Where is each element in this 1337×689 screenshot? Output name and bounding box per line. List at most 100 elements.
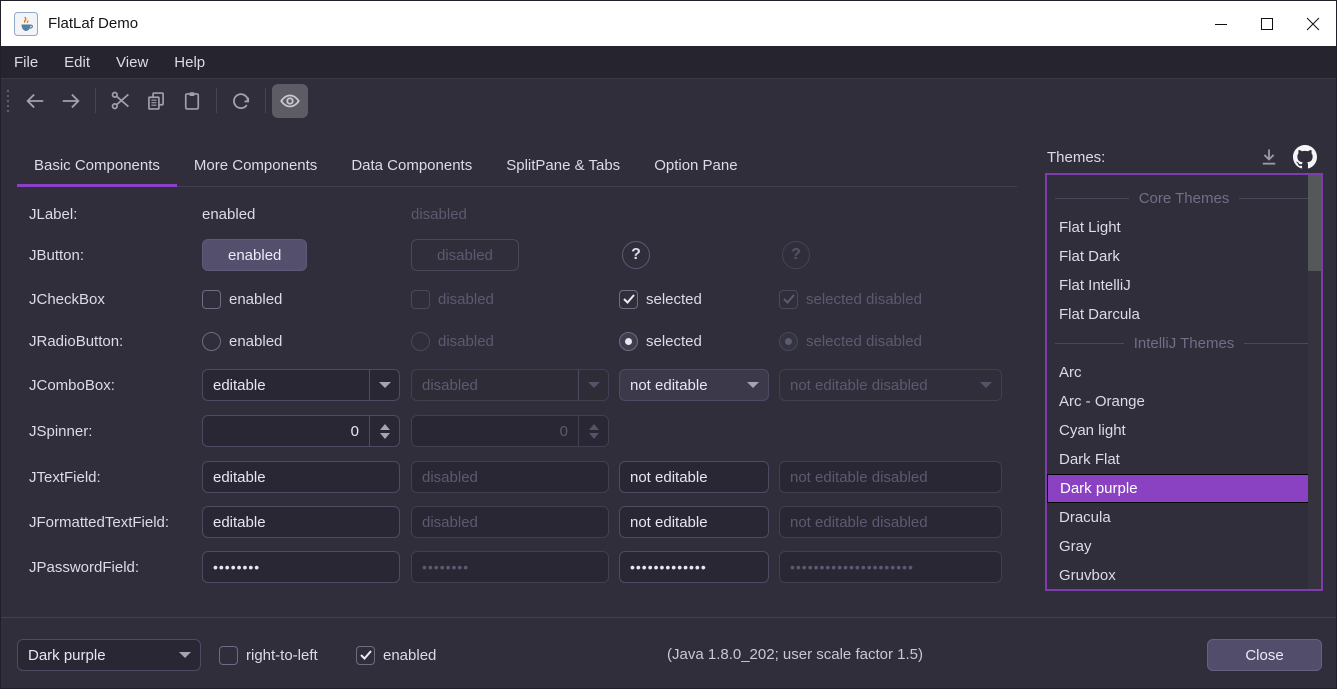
sample-radiobutton[interactable]: selected xyxy=(619,332,702,351)
menu-help[interactable]: Help xyxy=(161,54,218,71)
sample-checkbox[interactable]: enabled xyxy=(202,290,282,309)
checkbox-label: enabled xyxy=(229,291,282,308)
component-row: JPasswordField:•••••••••••••••••••••••••… xyxy=(1,549,1031,585)
sample-button[interactable]: enabled xyxy=(202,239,307,271)
sample-spinner[interactable]: 0 xyxy=(202,415,400,447)
grid-cell: disabled xyxy=(411,281,494,317)
theme-list-item[interactable]: Flat Light xyxy=(1047,213,1321,242)
minimize-button[interactable] xyxy=(1198,1,1244,46)
grid-cell: enabled xyxy=(202,323,282,359)
themes-group-separator: Core Themes xyxy=(1047,184,1321,213)
row-label-text: JLabel: xyxy=(29,206,77,223)
sample-textfield: not editable disabled xyxy=(779,506,1002,538)
theme-list-item[interactable]: Cyan light xyxy=(1047,416,1321,445)
theme-selector-combobox[interactable]: Dark purple xyxy=(17,639,201,671)
theme-list-item[interactable]: Flat Dark xyxy=(1047,242,1321,271)
component-row: JSpinner:00 xyxy=(1,413,1031,449)
sample-textfield[interactable]: editable xyxy=(202,461,400,493)
component-row: JCheckBoxenableddisabledselectedselected… xyxy=(1,281,1031,317)
sample-spinner: 0 xyxy=(411,415,609,447)
app-window: FlatLaf Demo FileEditViewHelp Basic Comp… xyxy=(0,0,1337,689)
grid-cell: enabled xyxy=(202,281,282,317)
theme-list-item[interactable]: Dark purple xyxy=(1047,474,1321,503)
maximize-button[interactable] xyxy=(1244,1,1290,46)
themes-scrollbar-track[interactable] xyxy=(1308,175,1321,589)
cut-button[interactable] xyxy=(102,84,138,118)
theme-list-item[interactable]: Dark Flat xyxy=(1047,445,1321,474)
menu-edit[interactable]: Edit xyxy=(51,54,103,71)
theme-list-item[interactable]: Flat Darcula xyxy=(1047,300,1321,329)
toolbar-grip[interactable] xyxy=(7,90,9,112)
sample-checkbox[interactable]: selected xyxy=(619,290,702,309)
sample-textfield[interactable]: editable xyxy=(202,506,400,538)
tab-data-components[interactable]: Data Components xyxy=(334,144,489,186)
spinner-down-icon xyxy=(589,433,599,439)
tab-more-components[interactable]: More Components xyxy=(177,144,334,186)
tab-splitpane-tabs[interactable]: SplitPane & Tabs xyxy=(489,144,637,186)
sample-passwordfield[interactable]: ••••••••••••• xyxy=(619,551,769,583)
spinner-arrows xyxy=(578,416,608,446)
sample-textfield[interactable]: not editable xyxy=(619,461,769,493)
help-button[interactable]: ? xyxy=(622,241,650,269)
sample-textfield: not editable disabled xyxy=(779,461,1002,493)
themes-toolbar xyxy=(1259,145,1317,169)
themes-scrollbar-thumb[interactable] xyxy=(1308,175,1321,271)
refresh-button[interactable] xyxy=(223,84,259,118)
tab-option-pane[interactable]: Option Pane xyxy=(637,144,754,186)
github-icon[interactable] xyxy=(1293,145,1317,169)
chevron-down-icon xyxy=(971,370,1001,400)
paste-icon xyxy=(182,91,202,111)
close-button[interactable]: Close xyxy=(1207,639,1322,671)
grid-cell: ? xyxy=(619,237,650,273)
chevron-down-icon xyxy=(369,370,399,400)
grid-cell: ••••••••••••••••••••• xyxy=(779,549,1002,585)
spinner-down-icon xyxy=(380,433,390,439)
checkbox-box xyxy=(356,646,375,665)
tab-basic-components[interactable]: Basic Components xyxy=(17,144,177,186)
sample-passwordfield: ••••••••••••••••••••• xyxy=(779,551,1002,583)
theme-list-item[interactable]: Dracula xyxy=(1047,503,1321,532)
enabled-checkbox[interactable]: enabled xyxy=(356,639,436,671)
sample-combobox[interactable]: not editable xyxy=(619,369,769,401)
main-content: Basic ComponentsMore ComponentsData Comp… xyxy=(1,123,1336,688)
themes-group-label: Core Themes xyxy=(1139,190,1230,207)
bottom-separator xyxy=(1,617,1336,618)
menu-view[interactable]: View xyxy=(103,54,161,71)
paste-button[interactable] xyxy=(174,84,210,118)
sample-radiobutton[interactable]: enabled xyxy=(202,332,282,351)
combobox-value: disabled xyxy=(412,377,578,394)
grid-cell: enabled xyxy=(202,196,255,232)
radio-label: selected disabled xyxy=(806,333,922,350)
radio-label: selected xyxy=(646,333,702,350)
back-button[interactable] xyxy=(17,84,53,118)
sample-passwordfield[interactable]: •••••••• xyxy=(202,551,400,583)
close-window-button[interactable] xyxy=(1290,1,1336,46)
row-label-text: JPasswordField: xyxy=(29,559,139,576)
titlebar: FlatLaf Demo xyxy=(1,1,1336,46)
checkbox-label: right-to-left xyxy=(246,647,318,664)
download-icon[interactable] xyxy=(1259,147,1279,167)
spinner-value: 0 xyxy=(412,423,578,440)
grid-cell: editable xyxy=(202,504,400,540)
theme-list-item[interactable]: Gray xyxy=(1047,532,1321,561)
theme-list-item[interactable]: Arc - Orange xyxy=(1047,387,1321,416)
sample-combobox[interactable]: editable xyxy=(202,369,400,401)
menu-file[interactable]: File xyxy=(1,54,51,71)
theme-list-item[interactable]: Gruvbox xyxy=(1047,561,1321,590)
sample-textfield[interactable]: not editable xyxy=(619,506,769,538)
grid-cell: editable xyxy=(202,367,400,403)
status-text: (Java 1.8.0_202; user scale factor 1.5) xyxy=(667,646,923,663)
radio-label: disabled xyxy=(438,333,494,350)
sample-combobox: not editable disabled xyxy=(779,369,1002,401)
theme-list-item[interactable]: Arc xyxy=(1047,358,1321,387)
copy-button[interactable] xyxy=(138,84,174,118)
grid-cell: disabled xyxy=(411,367,609,403)
show-button[interactable] xyxy=(272,84,308,118)
refresh-icon xyxy=(230,90,252,112)
theme-list-item[interactable]: Flat IntelliJ xyxy=(1047,271,1321,300)
row-label: JTextField: xyxy=(29,459,101,495)
right-to-left-checkbox[interactable]: right-to-left xyxy=(219,639,318,671)
forward-button[interactable] xyxy=(53,84,89,118)
row-label: JCheckBox xyxy=(29,281,105,317)
themes-group-label: IntelliJ Themes xyxy=(1134,335,1235,352)
